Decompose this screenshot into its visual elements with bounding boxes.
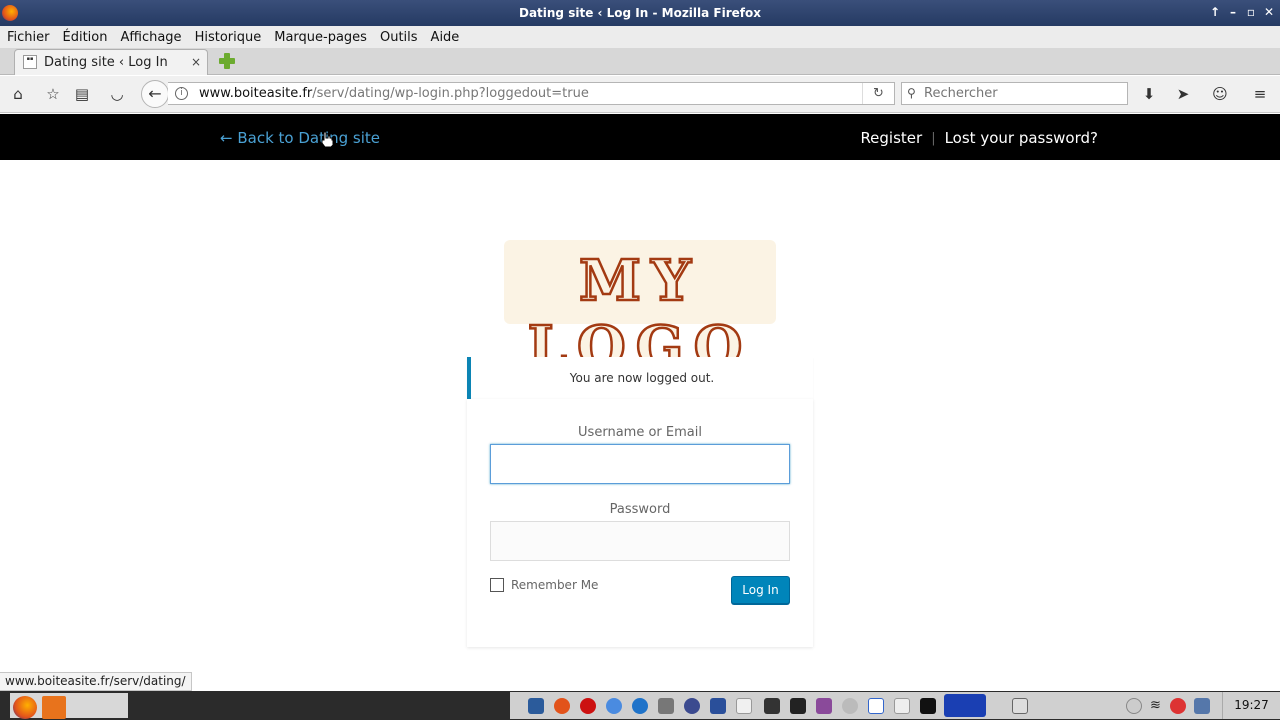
app-icon[interactable] xyxy=(658,698,674,714)
task-app-icon[interactable] xyxy=(1012,698,1028,714)
menu-historique[interactable]: Historique xyxy=(188,30,268,45)
pocket-icon[interactable]: ◡ xyxy=(108,85,126,103)
navigation-toolbar: ⌂ ☆ ▤ ◡ ← i www.boiteasite.fr/serv/datin… xyxy=(0,76,1280,113)
menu-edition[interactable]: Édition xyxy=(56,30,114,45)
disc-icon[interactable] xyxy=(842,698,858,714)
site-header: ← Back to Dating site Register | Lost yo… xyxy=(0,114,1280,160)
battery-icon[interactable] xyxy=(1194,698,1210,714)
register-link[interactable]: Register xyxy=(860,129,922,147)
username-label: Username or Email xyxy=(578,425,702,440)
login-form: Username or Email Password Remember Me L… xyxy=(467,399,813,647)
taskbar: ≋ 19:27 xyxy=(0,691,1280,720)
bird-icon[interactable] xyxy=(528,698,544,714)
bookmark-star-icon[interactable]: ☆ xyxy=(44,85,62,103)
window-titlebar: Dating site ‹ Log In - Mozilla Firefox ↑… xyxy=(0,0,1280,26)
tab-dating-site[interactable]: ▪▪ Dating site ‹ Log In × xyxy=(14,49,208,75)
firefox-tray-icon[interactable] xyxy=(554,698,570,714)
logout-message: You are now logged out. xyxy=(569,371,715,385)
send-icon[interactable]: ➤ xyxy=(1174,85,1192,103)
url-text[interactable]: www.boiteasite.fr/serv/dating/wp-login.p… xyxy=(199,86,589,101)
ie-icon[interactable] xyxy=(632,698,648,714)
network-icon[interactable] xyxy=(1126,698,1142,714)
menu-marque-pages[interactable]: Marque-pages xyxy=(267,30,373,45)
folder-launcher-icon[interactable] xyxy=(42,696,66,719)
remember-me[interactable]: Remember Me xyxy=(490,578,598,592)
password-label: Password xyxy=(609,502,671,517)
minimize-button[interactable]: – xyxy=(1228,5,1238,19)
logout-notice: You are now logged out. xyxy=(467,357,813,399)
notes-icon[interactable] xyxy=(894,698,910,714)
globe-icon[interactable] xyxy=(684,698,700,714)
reload-icon[interactable]: ↻ xyxy=(862,83,894,104)
tab-title: Dating site ‹ Log In xyxy=(44,55,168,70)
editor-icon[interactable] xyxy=(736,698,752,714)
chat-icon[interactable]: ☺ xyxy=(1211,85,1229,103)
search-bar[interactable]: ⚲ xyxy=(901,82,1128,105)
close-button[interactable]: ✕ xyxy=(1264,5,1274,19)
site-logo[interactable]: MY LOGO xyxy=(504,240,776,381)
search-icon: ⚲ xyxy=(907,86,916,100)
library-icon[interactable]: ▤ xyxy=(73,85,91,103)
status-bar: www.boiteasite.fr/serv/dating/ xyxy=(0,672,192,691)
menu-fichier[interactable]: Fichier xyxy=(0,30,56,45)
tab-strip: ▪▪ Dating site ‹ Log In × xyxy=(0,48,1280,75)
monitor-icon[interactable] xyxy=(790,698,806,714)
new-tab-plus-icon[interactable] xyxy=(219,53,235,69)
remember-me-label: Remember Me xyxy=(511,578,599,592)
window-title: Dating site ‹ Log In - Mozilla Firefox xyxy=(518,6,761,20)
document-icon[interactable] xyxy=(868,698,884,714)
app2-icon[interactable] xyxy=(710,698,726,714)
wifi-icon[interactable]: ≋ xyxy=(1150,698,1166,714)
search-input[interactable] xyxy=(924,84,1124,103)
taskbar-clock[interactable]: 19:27 xyxy=(1222,692,1280,719)
firefox-launcher-icon[interactable] xyxy=(13,696,37,719)
maximize-button[interactable]: ▫ xyxy=(1246,5,1256,19)
active-firefox-task[interactable] xyxy=(944,694,986,717)
phone-icon[interactable] xyxy=(764,698,780,714)
favicon-icon: ▪▪ xyxy=(23,55,37,69)
system-tray: ≋ 19:27 xyxy=(510,692,1280,719)
login-button[interactable]: Log In xyxy=(731,576,790,604)
media-icon[interactable] xyxy=(816,698,832,714)
header-links: Register | Lost your password? xyxy=(860,129,1098,147)
window-controls: ↑ – ▫ ✕ xyxy=(1210,5,1274,19)
chrome-icon[interactable] xyxy=(606,698,622,714)
url-bar[interactable]: i www.boiteasite.fr/serv/dating/wp-login… xyxy=(168,82,895,105)
download-icon[interactable]: ⬇ xyxy=(1140,85,1158,103)
hand-cursor-icon xyxy=(321,131,334,148)
menu-affichage[interactable]: Affichage xyxy=(113,30,187,45)
site-info-icon[interactable]: i xyxy=(175,87,188,100)
menu-bar: Fichier Édition Affichage Historique Mar… xyxy=(0,26,1280,48)
opera-icon[interactable] xyxy=(580,698,596,714)
sync-icon[interactable] xyxy=(1170,698,1186,714)
home-icon[interactable]: ⌂ xyxy=(9,85,27,103)
back-to-site-link[interactable]: ← Back to Dating site xyxy=(220,129,380,147)
menu-outils[interactable]: Outils xyxy=(373,30,424,45)
separator: | xyxy=(931,130,936,146)
menu-aide[interactable]: Aide xyxy=(424,30,466,45)
password-field[interactable] xyxy=(490,521,790,561)
username-field[interactable] xyxy=(490,444,790,484)
tab-close-icon[interactable]: × xyxy=(191,55,201,69)
back-arrow-icon[interactable]: ← xyxy=(141,80,169,108)
quick-launch xyxy=(10,693,128,719)
lost-password-link[interactable]: Lost your password? xyxy=(945,129,1098,147)
window-up-icon[interactable]: ↑ xyxy=(1210,5,1220,19)
terminal-icon[interactable] xyxy=(920,698,936,714)
hamburger-menu-icon[interactable]: ≡ xyxy=(1251,85,1269,103)
remember-me-checkbox[interactable] xyxy=(490,578,504,592)
